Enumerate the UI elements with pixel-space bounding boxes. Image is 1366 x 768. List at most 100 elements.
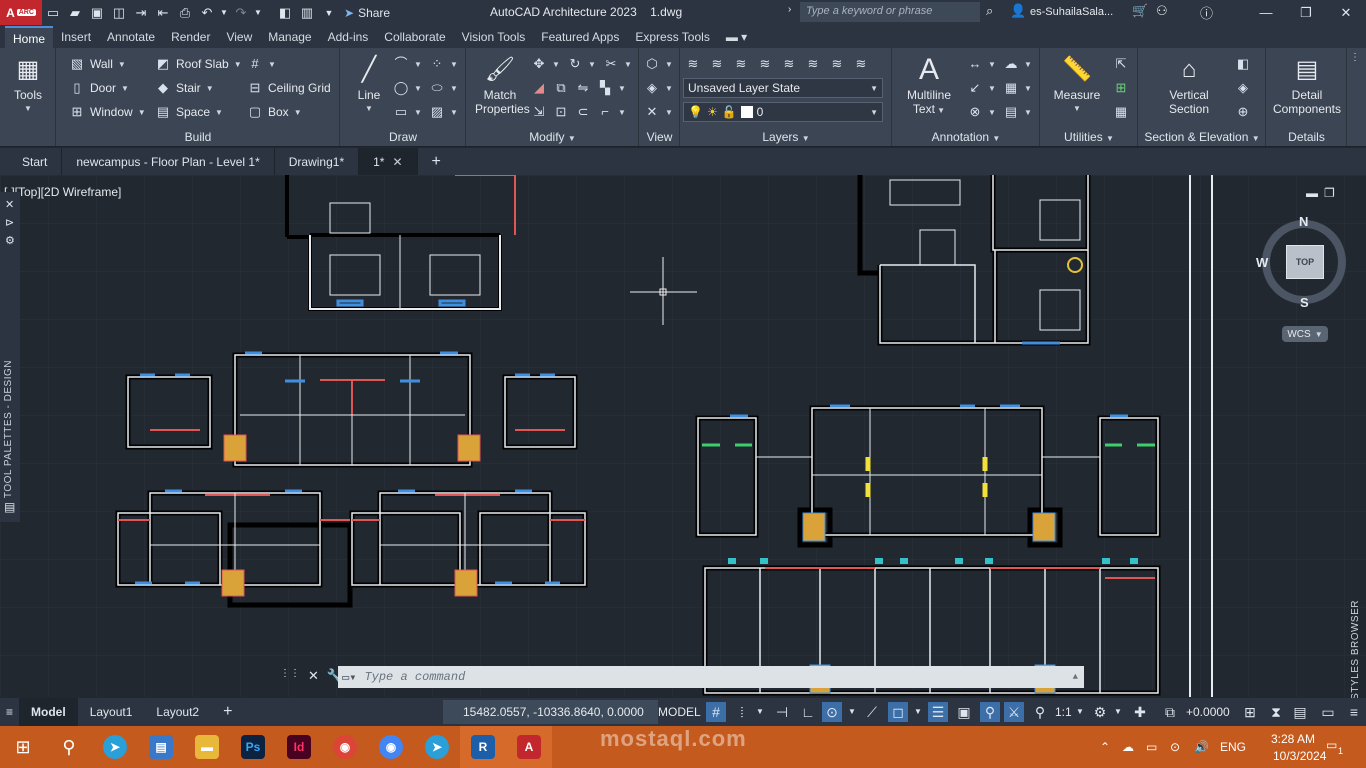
object-snap-dropdown-icon[interactable]: ▼ bbox=[908, 702, 928, 722]
measure-button[interactable]: 📏 Measure ▼ bbox=[1051, 54, 1103, 116]
autocad-icon[interactable]: A bbox=[506, 726, 552, 768]
point-button[interactable]: ⁘ ▼ bbox=[429, 54, 458, 74]
user-name[interactable]: es-SuhailaSala... bbox=[1030, 6, 1113, 18]
file-tab-newcampus[interactable]: newcampus - Floor Plan - Level 1* bbox=[62, 148, 275, 175]
fillet-button[interactable]: ⌐ ▼ bbox=[597, 102, 626, 122]
line-button[interactable]: ╱ Line ▼ bbox=[347, 54, 391, 116]
tab-layout1[interactable]: Layout1 bbox=[78, 698, 145, 726]
search-expand-icon[interactable]: › bbox=[788, 4, 791, 15]
box-button[interactable]: ▢ Box ▼ bbox=[247, 102, 302, 122]
viewport-controls-label[interactable]: [-][Top][2D Wireframe] bbox=[4, 185, 121, 199]
move-button[interactable]: ✥ ▼ bbox=[531, 54, 560, 74]
viewport-minimize-icon[interactable]: ▬ bbox=[1306, 186, 1318, 200]
compass-west[interactable]: W bbox=[1256, 255, 1268, 270]
array-button[interactable]: ▚ ▼ bbox=[597, 78, 626, 98]
palette-close-icon[interactable]: ✕ bbox=[5, 198, 14, 211]
command-line[interactable]: ▭▾ Type a command ▲ bbox=[338, 666, 1084, 688]
tab-view[interactable]: View bbox=[218, 26, 260, 48]
lineweight-icon[interactable]: ☰ bbox=[928, 702, 948, 722]
notification-icon[interactable]: ▭ bbox=[1326, 738, 1337, 752]
isometric-drafting-icon[interactable]: ⟋ bbox=[862, 702, 882, 722]
select-similar-button[interactable]: ⊞ bbox=[1113, 78, 1129, 98]
scale-button[interactable]: ⊡ bbox=[553, 102, 569, 122]
tab-express-tools[interactable]: Express Tools bbox=[627, 26, 717, 48]
tab-annotate[interactable]: Annotate bbox=[99, 26, 163, 48]
minimize-button[interactable]: — bbox=[1246, 0, 1286, 25]
connect-icon[interactable]: ⚇ bbox=[1156, 3, 1168, 19]
elevation-value[interactable]: +0.0000 bbox=[1186, 705, 1230, 719]
elevation-button[interactable]: ◧ bbox=[1235, 54, 1251, 74]
palette-autohide-icon[interactable]: ⊳ bbox=[5, 216, 14, 229]
layer-dropdown[interactable]: 💡 ☀ 🔓 0 ▼ bbox=[683, 102, 883, 122]
snap-mode-icon[interactable]: ⦙ bbox=[732, 702, 752, 722]
tab-home[interactable]: Home bbox=[5, 26, 54, 48]
ortho-mode-icon[interactable]: ∟ bbox=[798, 702, 818, 722]
trim-button[interactable]: ✂ ▼ bbox=[603, 54, 632, 74]
help-icon[interactable]: ⓘ bbox=[1200, 3, 1213, 22]
save-as-icon[interactable]: ◫ bbox=[108, 0, 130, 25]
grid-display-icon[interactable]: # bbox=[706, 702, 726, 722]
file-tab-start[interactable]: Start bbox=[8, 148, 63, 175]
volume-icon[interactable]: 🔊 bbox=[1194, 740, 1209, 754]
viewcube-top-face[interactable]: TOP bbox=[1286, 245, 1324, 279]
close-button[interactable]: ✕ bbox=[1326, 0, 1366, 25]
table-button[interactable]: ▦ ▼ bbox=[1003, 78, 1032, 98]
user-icon[interactable]: 👤 bbox=[1010, 3, 1026, 19]
tab-vision-tools[interactable]: Vision Tools bbox=[454, 26, 534, 48]
elevation-offset-icon[interactable]: ⧉ bbox=[1160, 702, 1180, 722]
news-icon[interactable]: ▤ bbox=[138, 726, 184, 768]
stretch-button[interactable]: ⇲ bbox=[531, 102, 547, 122]
tab-manage[interactable]: Manage bbox=[260, 26, 319, 48]
add-icon[interactable]: ✚ bbox=[1130, 702, 1150, 722]
taskbar-search-icon[interactable]: ⚲ bbox=[46, 726, 92, 768]
clock-date[interactable]: 10/3/2024 bbox=[1273, 749, 1326, 763]
section-mark-button[interactable]: ◈ bbox=[1235, 78, 1251, 98]
snap-dropdown-icon[interactable]: ▼ bbox=[750, 702, 770, 722]
tab-collaborate[interactable]: Collaborate bbox=[376, 26, 453, 48]
tray-overflow-icon[interactable]: ⌃ bbox=[1100, 740, 1110, 754]
drawing-canvas[interactable] bbox=[0, 175, 1366, 697]
ribbon-scroll-handle[interactable]: ⋮ bbox=[1350, 52, 1360, 142]
infer-constraints-icon[interactable]: ⊣ bbox=[772, 702, 792, 722]
share-button[interactable]: ➤ Share bbox=[344, 6, 390, 20]
wall-button[interactable]: ▧ Wall ▼ bbox=[69, 54, 126, 74]
file-tab-1[interactable]: 1* ✕ bbox=[359, 148, 418, 175]
ellipse-button[interactable]: ⬭ ▼ bbox=[429, 78, 457, 98]
panel-title-draw[interactable]: Draw bbox=[341, 130, 465, 144]
panel-title-modify[interactable]: Modify ▼ bbox=[467, 130, 638, 144]
annotation-visibility-icon[interactable]: ⚲ bbox=[980, 702, 1000, 722]
view-cube-button[interactable]: ⬡ ▼ bbox=[644, 54, 673, 74]
erase-button[interactable]: ◢ bbox=[531, 78, 547, 98]
layer-lock-icon[interactable]: ≋ bbox=[781, 56, 797, 72]
revision-cloud-button[interactable]: ☁ ▼ bbox=[1003, 54, 1032, 74]
photoshop-icon[interactable]: Ps bbox=[230, 726, 276, 768]
polyline-button[interactable]: ⌒ ▼ bbox=[393, 54, 421, 74]
export-icon[interactable]: ⇤ bbox=[152, 0, 174, 25]
language-indicator[interactable]: ENG bbox=[1220, 740, 1246, 754]
undo-icon[interactable]: ↶ bbox=[196, 0, 218, 25]
tool-palettes-design-label[interactable]: TOOL PALETTES - DESIGN bbox=[3, 360, 14, 498]
quick-select-button[interactable]: ⇱ bbox=[1113, 54, 1129, 74]
customization-menu-icon[interactable]: ≡ bbox=[1344, 702, 1364, 722]
open-folder-icon[interactable]: ▰ bbox=[64, 0, 86, 25]
layer-properties-icon[interactable]: ≋ bbox=[685, 56, 701, 72]
stair-button[interactable]: ◆ Stair ▼ bbox=[155, 78, 214, 98]
tab-model[interactable]: Model bbox=[19, 698, 78, 726]
tab-insert[interactable]: Insert bbox=[53, 26, 99, 48]
ribbon-display-toggle-icon[interactable]: ▬ ▾ bbox=[718, 26, 755, 48]
telegram-icon[interactable]: ➤ bbox=[92, 726, 138, 768]
weather-icon[interactable]: ☁ bbox=[1122, 740, 1134, 754]
indesign-icon[interactable]: Id bbox=[276, 726, 322, 768]
dimension-button[interactable]: ↔ ▼ bbox=[967, 54, 996, 74]
print-icon[interactable]: ⎙ bbox=[174, 0, 196, 25]
ceiling-grid-button[interactable]: ⊟ Ceiling Grid bbox=[247, 78, 331, 98]
command-grip-icon[interactable]: ⋮⋮ bbox=[280, 668, 300, 684]
application-menu-button[interactable]: A ARC bbox=[0, 0, 42, 25]
layer-walk-icon[interactable]: ≋ bbox=[829, 56, 845, 72]
layer-off-icon[interactable]: ≋ bbox=[709, 56, 725, 72]
detail-components-button[interactable]: ▤ Detail Components bbox=[1269, 54, 1345, 117]
schedule-button[interactable]: ▤ ▼ bbox=[1003, 102, 1032, 122]
leader-button[interactable]: ↙ ▼ bbox=[967, 78, 996, 98]
tab-layout2[interactable]: Layout2 bbox=[144, 698, 211, 726]
clock-time[interactable]: 3:28 AM bbox=[1271, 732, 1315, 746]
